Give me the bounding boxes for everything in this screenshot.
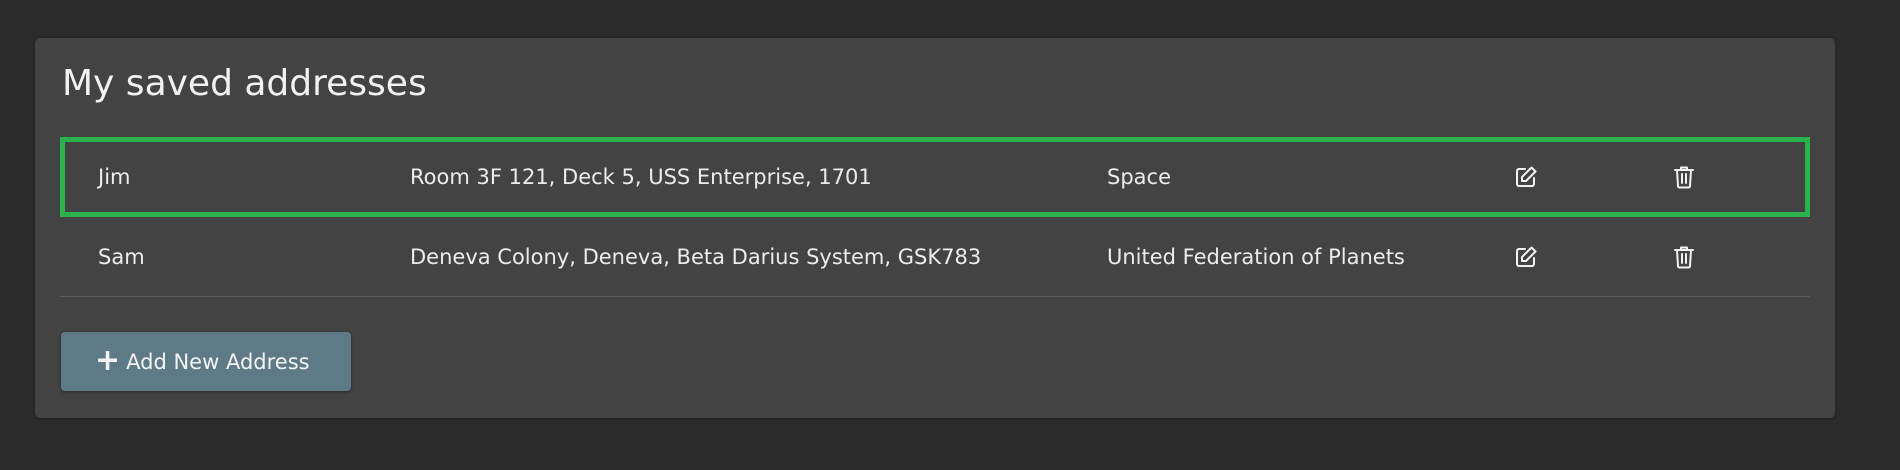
trash-icon[interactable]: [1670, 243, 1698, 271]
trash-icon[interactable]: [1670, 163, 1698, 191]
address-list: Jim Room 3F 121, Deck 5, USS Enterprise,…: [60, 137, 1810, 297]
address-row-jim[interactable]: Jim Room 3F 121, Deck 5, USS Enterprise,…: [60, 137, 1810, 217]
edit-icon[interactable]: [1512, 163, 1540, 191]
address-region: United Federation of Planets: [1107, 244, 1405, 269]
address-row-sam[interactable]: Sam Deneva Colony, Deneva, Beta Darius S…: [60, 217, 1810, 297]
page-title: My saved addresses: [62, 63, 427, 104]
address-line: Room 3F 121, Deck 5, USS Enterprise, 170…: [410, 165, 872, 189]
plus-icon: +: [95, 342, 121, 378]
address-region: Space: [1107, 165, 1171, 189]
address-name: Sam: [98, 244, 145, 269]
saved-addresses-panel: My saved addresses Jim Room 3F 121, Deck…: [35, 38, 1835, 418]
address-line: Deneva Colony, Deneva, Beta Darius Syste…: [410, 244, 982, 269]
add-new-address-button[interactable]: + Add New Address: [61, 332, 351, 391]
edit-icon[interactable]: [1512, 243, 1540, 271]
address-name: Jim: [98, 165, 131, 189]
add-new-address-label: Add New Address: [126, 349, 310, 374]
